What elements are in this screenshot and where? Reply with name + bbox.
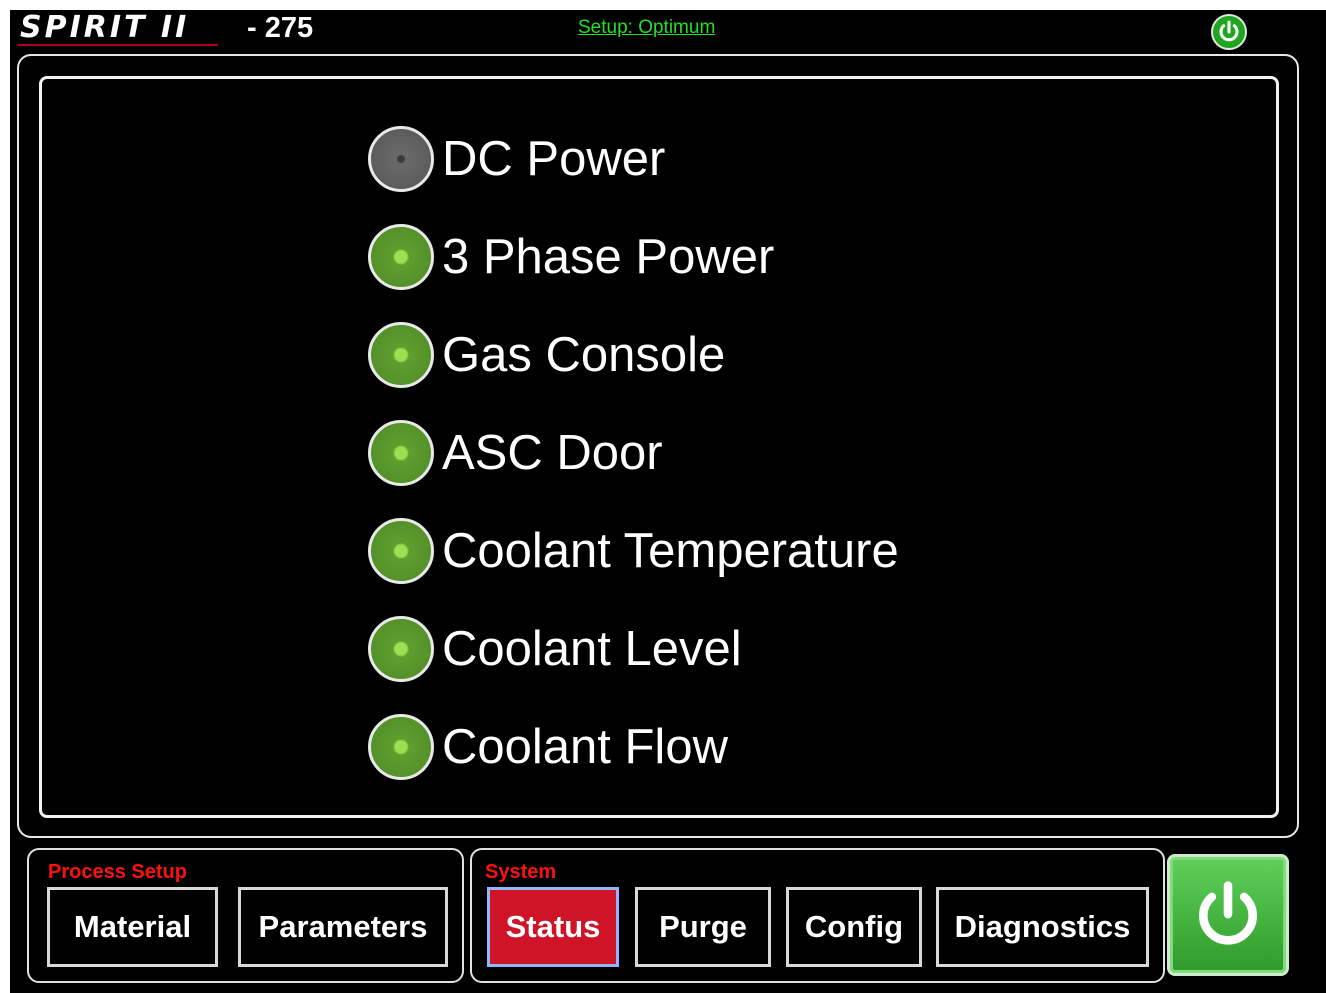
status-label: Coolant Temperature bbox=[442, 524, 899, 578]
process-setup-title: Process Setup bbox=[48, 861, 187, 883]
status-item-asc-door: ASC Door bbox=[368, 418, 663, 488]
status-item-coolant-level: Coolant Level bbox=[368, 614, 742, 684]
brand-underline bbox=[18, 44, 218, 46]
status-button[interactable]: Status bbox=[487, 887, 619, 967]
status-led-icon bbox=[368, 714, 434, 780]
status-label: Coolant Level bbox=[442, 622, 742, 676]
status-item-gas-console: Gas Console bbox=[368, 320, 725, 390]
status-label: DC Power bbox=[442, 132, 666, 186]
setup-link[interactable]: Setup: Optimum bbox=[578, 17, 715, 39]
status-item-dc-power: DC Power bbox=[368, 124, 665, 194]
status-item-3-phase-power: 3 Phase Power bbox=[368, 222, 774, 292]
diagnostics-button[interactable]: Diagnostics bbox=[936, 887, 1149, 967]
power-icon[interactable] bbox=[1211, 14, 1247, 50]
system-title: System bbox=[485, 861, 557, 883]
status-led-icon bbox=[368, 518, 434, 584]
power-glyph-icon bbox=[1219, 20, 1239, 42]
status-label: ASC Door bbox=[442, 426, 663, 480]
status-led-icon bbox=[368, 322, 434, 388]
power-button[interactable] bbox=[1167, 854, 1289, 976]
status-led-icon bbox=[368, 126, 434, 192]
purge-button[interactable]: Purge bbox=[635, 887, 771, 967]
status-label: Gas Console bbox=[442, 328, 726, 382]
status-label: 3 Phase Power bbox=[442, 230, 775, 284]
status-label: Coolant Flow bbox=[442, 720, 728, 774]
status-led-icon bbox=[368, 616, 434, 682]
config-button[interactable]: Config bbox=[786, 887, 922, 967]
power-icon bbox=[1199, 881, 1257, 945]
material-button[interactable]: Material bbox=[47, 887, 218, 967]
parameters-button[interactable]: Parameters bbox=[238, 887, 448, 967]
status-led-icon bbox=[368, 224, 434, 290]
status-item-coolant-flow: Coolant Flow bbox=[368, 712, 728, 782]
brand-logo: SPIRIT II bbox=[20, 10, 190, 45]
machine-number: - 275 bbox=[247, 12, 314, 44]
status-led-icon bbox=[368, 420, 434, 486]
status-item-coolant-temperature: Coolant Temperature bbox=[368, 516, 899, 586]
